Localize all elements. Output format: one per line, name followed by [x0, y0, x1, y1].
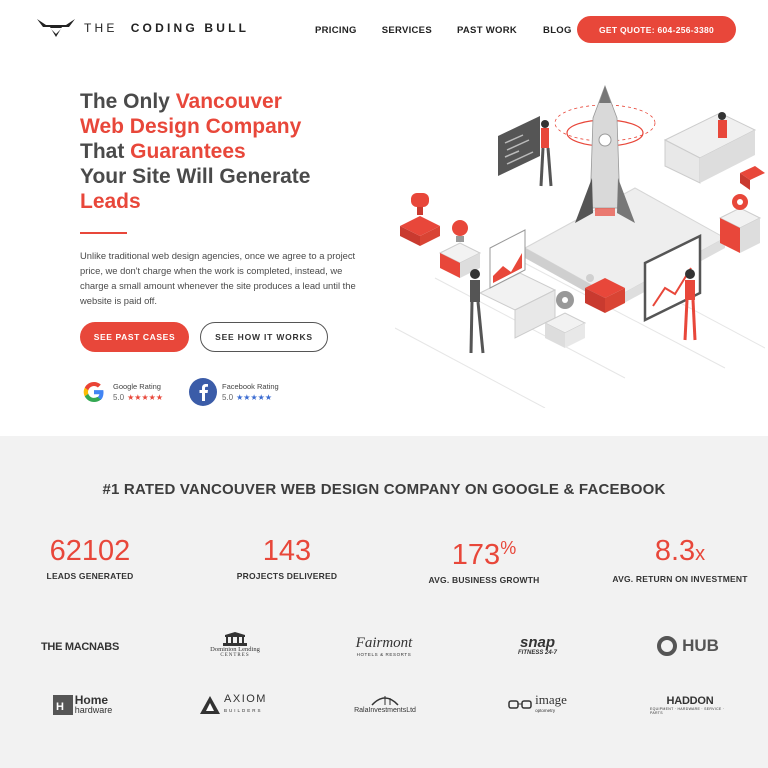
see-how-it-works-button[interactable]: SEE HOW IT WORKS: [200, 322, 328, 352]
axiom-triangle-icon: [200, 696, 221, 714]
tv-stack: [718, 194, 762, 253]
rala-house-icon: [371, 695, 399, 706]
facebook-icon: [189, 378, 217, 406]
desk-right: [663, 112, 757, 184]
stat-value: 8.3x: [654, 535, 706, 567]
stat-business-growth: 173% AVG. BUSINESS GROWTH: [399, 529, 569, 585]
client-logo-haddon: HADDON EQUIPMENT · HARDWARE · SERVICE · …: [650, 695, 725, 715]
hero-illustration: [395, 84, 765, 408]
facebook-rating-text: Facebook Rating 5.0 ★★★★★: [222, 382, 279, 402]
stat-value: 143: [262, 535, 312, 567]
get-quote-button[interactable]: GET QUOTE: 604-256-3380: [577, 16, 736, 43]
stat-label: PROJECTS DELIVERED: [236, 571, 338, 581]
google-rating-score: 5.0 ★★★★★: [113, 393, 163, 402]
stats-title: #1 RATED VANCOUVER WEB DESIGN COMPANY ON…: [102, 481, 666, 498]
stat-label: LEADS GENERATED: [46, 571, 134, 581]
stat-leads-generated: 62102 LEADS GENERATED: [5, 532, 175, 581]
nav-blog[interactable]: BLOG: [543, 25, 572, 36]
facebook-rating-label: Facebook Rating: [222, 382, 279, 391]
nav-past-work[interactable]: PAST WORK: [457, 25, 517, 36]
stat-return-on-investment: 8.3x AVG. RETURN ON INVESTMENT: [595, 532, 765, 584]
glasses-icon: [508, 700, 532, 709]
svg-text:H: H: [56, 701, 64, 713]
google-rating[interactable]: Google Rating 5.0 ★★★★★: [80, 378, 163, 406]
site-header: THE CODING BULL PRICING SERVICES PAST WO…: [0, 0, 768, 60]
nav-pricing[interactable]: PRICING: [315, 25, 357, 36]
client-logo-rala-investments: RalaInvestmentsLtd: [345, 686, 425, 720]
client-logo-fairmont: Fairmont HOTELS & RESORTS: [355, 635, 413, 657]
page: THE CODING BULL PRICING SERVICES PAST WO…: [0, 0, 768, 768]
trophy-stack: [400, 193, 440, 246]
client-logo-macnabs: THE MACNABS: [41, 641, 119, 653]
client-logo-snap-fitness: snap FITNESS 24-7: [517, 634, 557, 656]
home-hardware-icon: H: [52, 695, 73, 715]
person-top: [539, 120, 553, 187]
hero-intro: Unlike traditional web design agencies, …: [80, 250, 356, 306]
client-logo-hub: HUB: [650, 629, 725, 663]
dominion-building-icon: [223, 632, 247, 646]
logo[interactable]: THE CODING BULL: [36, 17, 249, 39]
hero-headline: The Only Vancouver Web Design Company Th…: [80, 90, 311, 213]
stats-section: #1 RATED VANCOUVER WEB DESIGN COMPANY ON…: [0, 436, 768, 768]
google-rating-label: Google Rating: [113, 382, 161, 391]
code-screen: [498, 116, 540, 176]
nav-services[interactable]: SERVICES: [382, 25, 432, 36]
stat-label: AVG. BUSINESS GROWTH: [428, 575, 540, 585]
stat-value: 173%: [451, 538, 517, 571]
stat-projects-delivered: 143 PROJECTS DELIVERED: [202, 532, 372, 581]
client-logo-axiom: AXIOM BUILDERS: [196, 688, 271, 722]
logo-text: THE CODING BULL: [84, 21, 250, 35]
headline-underline: [80, 232, 127, 234]
see-past-cases-button[interactable]: SEE PAST CASES: [80, 322, 189, 352]
ping-stack: [740, 166, 765, 190]
client-logo-dominion-lending: Dominion Lending CENTRES: [195, 628, 275, 662]
stat-value: 62102: [49, 535, 131, 567]
google-icon: [80, 378, 108, 406]
client-logo-image-optometry: image optometry: [500, 688, 575, 722]
facebook-stars: ★★★★★: [236, 393, 272, 402]
main-nav: PRICING SERVICES PAST WORK BLOG: [315, 25, 572, 36]
google-stars: ★★★★★: [127, 393, 163, 402]
client-logo-home-hardware: H Home hardware: [45, 688, 120, 722]
facebook-rating[interactable]: Facebook Rating 5.0 ★★★★★: [189, 378, 279, 406]
facebook-rating-score: 5.0 ★★★★★: [222, 393, 272, 402]
google-rating-text: Google Rating 5.0 ★★★★★: [113, 382, 163, 402]
bull-logo-icon: [37, 19, 75, 37]
stat-label: AVG. RETURN ON INVESTMENT: [612, 574, 748, 584]
hub-circle-icon: [657, 636, 678, 656]
